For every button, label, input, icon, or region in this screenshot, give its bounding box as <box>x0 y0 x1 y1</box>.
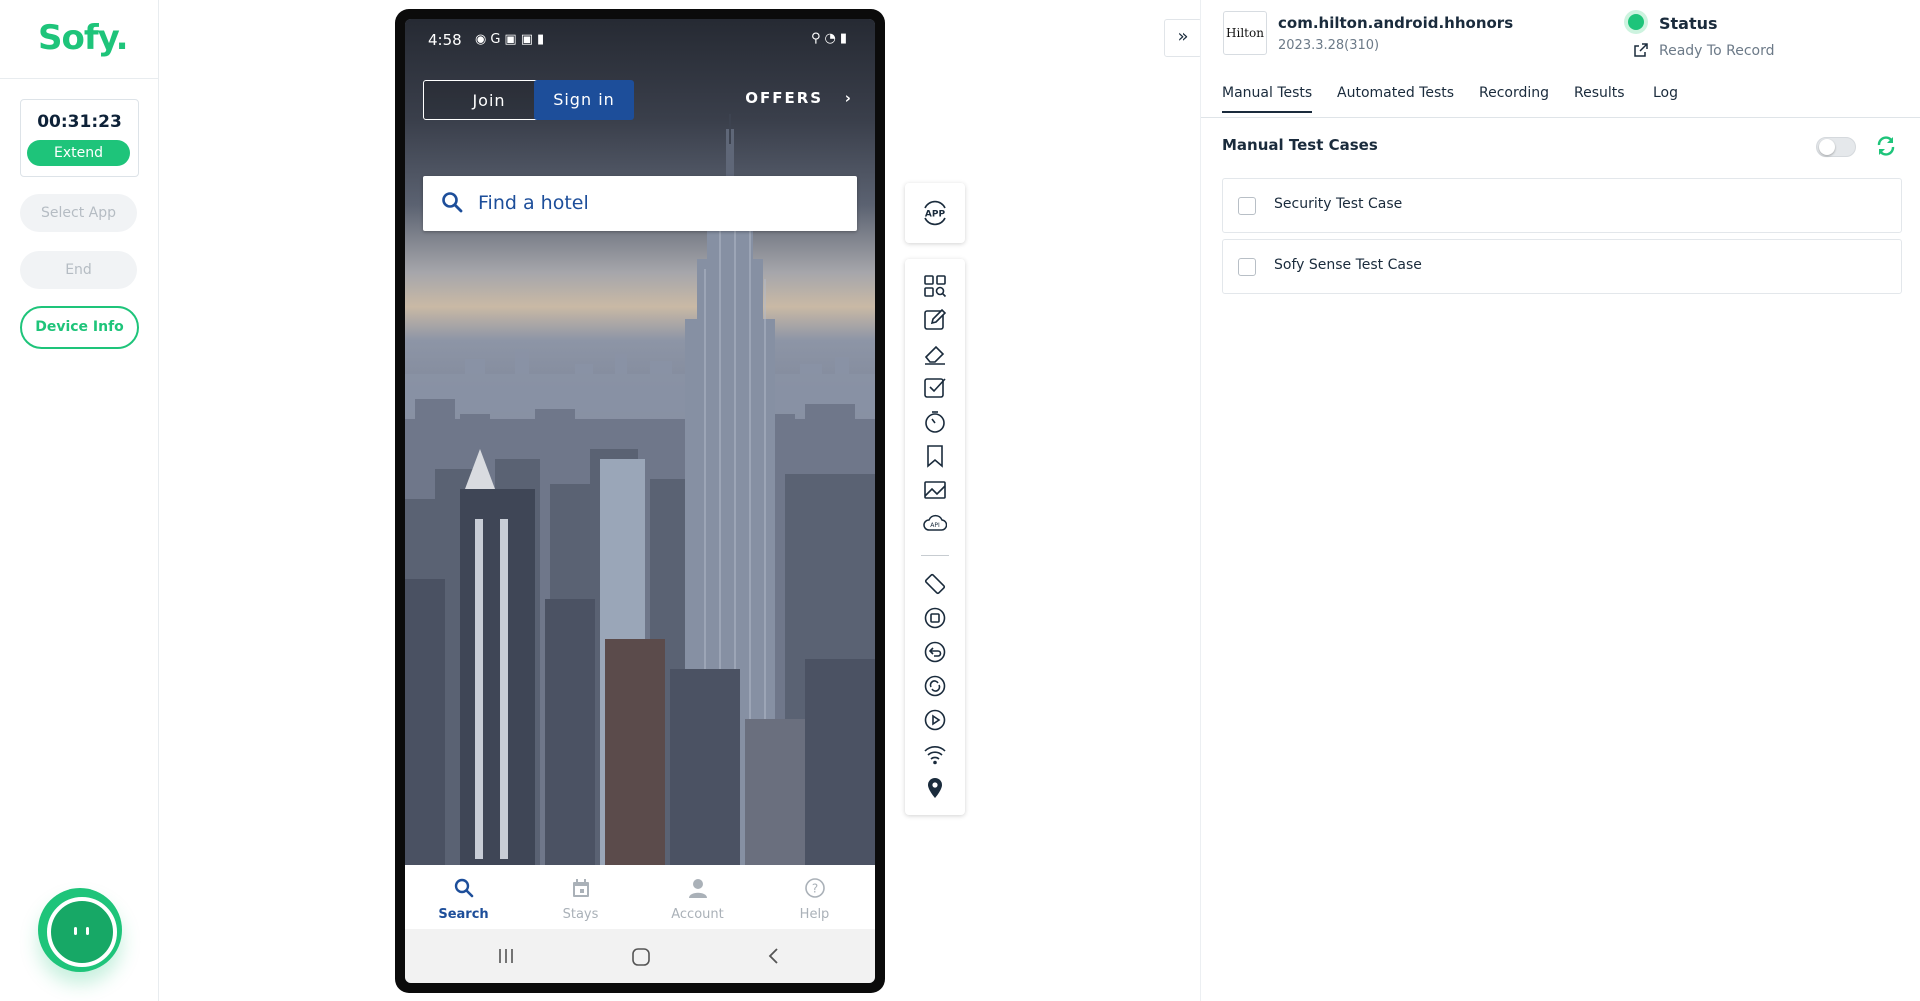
tab-manual-tests[interactable]: Manual Tests <box>1222 85 1313 113</box>
panel-tabs: Manual Tests Automated Tests Recording R… <box>1201 75 1920 118</box>
system-status-icons: ⚲◔▮ <box>810 31 851 46</box>
section-title: Manual Test Cases <box>1222 136 1378 154</box>
edit-icon[interactable] <box>923 308 947 332</box>
right-panel: Hilton com.hilton.android.hhonors 2023.3… <box>1200 0 1920 1001</box>
play-icon[interactable] <box>923 708 947 732</box>
svg-text:?: ? <box>812 882 818 896</box>
nav-label: Account <box>671 907 724 922</box>
refresh-icon[interactable] <box>1875 135 1897 157</box>
timer-icon[interactable] <box>923 410 947 434</box>
sofy-assistant-button[interactable] <box>38 888 122 972</box>
app-icon: APP <box>924 200 946 226</box>
app-version: 2023.3.28(310) <box>1278 38 1380 53</box>
toolbar-divider <box>921 555 949 556</box>
sign-in-button[interactable]: Sign in <box>534 80 634 120</box>
status-text: Ready To Record <box>1659 43 1775 59</box>
chevron-right-icon: › <box>830 89 853 107</box>
tab-automated-tests[interactable]: Automated Tests <box>1337 85 1454 111</box>
reload-app-icon[interactable] <box>923 674 947 698</box>
stop-icon[interactable] <box>923 606 947 630</box>
nav-label: Stays <box>562 907 599 922</box>
home-icon[interactable] <box>631 947 651 967</box>
svg-text:API: API <box>930 522 940 529</box>
nav-label: Help <box>799 907 830 922</box>
toggle-knob <box>1819 139 1835 155</box>
calendar-icon <box>573 879 589 897</box>
test-case-row[interactable]: Sofy Sense Test Case <box>1222 239 1902 294</box>
device-back-icon[interactable] <box>923 640 947 664</box>
external-link-icon[interactable] <box>1633 42 1649 58</box>
session-timer: 00:31:23 <box>37 112 122 132</box>
offers-label: OFFERS <box>745 89 824 107</box>
android-status-bar: 4:58 ◉G▣▣▮ ⚲◔▮ <box>405 19 875 59</box>
api-icon[interactable]: API <box>923 512 947 536</box>
nav-stays[interactable]: Stays <box>522 865 639 929</box>
rotate-icon[interactable] <box>923 572 947 596</box>
nav-account[interactable]: Account <box>639 865 756 929</box>
test-case-checkbox[interactable] <box>1238 258 1256 276</box>
app-package-name: com.hilton.android.hhonors <box>1278 14 1514 32</box>
element-inspector-icon[interactable] <box>923 274 947 298</box>
test-case-label: Security Test Case <box>1274 196 1403 212</box>
tab-results[interactable]: Results <box>1574 85 1625 111</box>
assertion-icon[interactable] <box>923 376 947 400</box>
location-pin-icon[interactable] <box>923 776 947 800</box>
search-icon <box>454 878 474 898</box>
offers-link[interactable]: OFFERS › <box>745 89 853 107</box>
assistant-face-icon <box>47 897 117 967</box>
test-case-checkbox[interactable] <box>1238 197 1256 215</box>
session-timer-card: 00:31:23 Extend <box>20 99 139 177</box>
status-indicator-icon <box>1628 14 1644 30</box>
recent-apps-icon[interactable] <box>497 947 515 965</box>
search-placeholder: Find a hotel <box>478 192 589 214</box>
tab-log[interactable]: Log <box>1653 85 1678 111</box>
device-toolbar: API <box>905 259 965 815</box>
collapse-panel-button[interactable]: » <box>1164 19 1202 57</box>
sofy-logo: Sofy. <box>38 18 129 58</box>
android-nav-bar <box>405 929 875 983</box>
app-label: APP <box>925 210 946 220</box>
nav-help[interactable]: ? Help <box>756 865 873 929</box>
help-icon: ? <box>805 878 825 898</box>
nav-search[interactable]: Search <box>405 865 522 929</box>
test-case-label: Sofy Sense Test Case <box>1274 257 1422 273</box>
app-logo: Hilton <box>1223 11 1267 55</box>
network-icon[interactable] <box>923 742 947 766</box>
bookmark-icon[interactable] <box>923 444 947 468</box>
city-skyline-image <box>405 114 875 865</box>
find-hotel-search[interactable]: Find a hotel <box>423 176 857 231</box>
select-app-button[interactable]: Select App <box>20 194 137 232</box>
extend-button[interactable]: Extend <box>27 140 130 166</box>
end-button[interactable]: End <box>20 251 137 289</box>
device-info-button[interactable]: Device Info <box>20 306 139 349</box>
screenshot-icon[interactable] <box>923 478 947 502</box>
search-icon <box>442 192 463 213</box>
status-label: Status <box>1659 14 1718 33</box>
device-frame: 4:58 ◉G▣▣▮ ⚲◔▮ Join Sign in OFFERS › Fin… <box>395 9 885 993</box>
sidebar-divider <box>0 78 158 79</box>
app-bottom-nav: Search Stays Account ? Help <box>405 865 875 929</box>
test-case-row[interactable]: Security Test Case <box>1222 178 1902 233</box>
back-icon[interactable] <box>765 947 783 965</box>
tab-recording[interactable]: Recording <box>1479 85 1549 111</box>
app-switch-button[interactable]: APP <box>905 183 965 243</box>
double-chevron-right-icon: » <box>1177 26 1189 47</box>
nav-label: Search <box>438 907 489 922</box>
eraser-icon[interactable] <box>923 342 947 366</box>
status-time: 4:58 <box>428 31 462 49</box>
notification-icons: ◉G▣▣▮ <box>475 32 549 47</box>
manual-tests-toggle[interactable] <box>1816 137 1856 157</box>
person-icon <box>689 879 707 898</box>
left-sidebar: Sofy. 00:31:23 Extend Select App End Dev… <box>0 0 159 1001</box>
device-screen[interactable]: 4:58 ◉G▣▣▮ ⚲◔▮ Join Sign in OFFERS › Fin… <box>405 19 875 983</box>
